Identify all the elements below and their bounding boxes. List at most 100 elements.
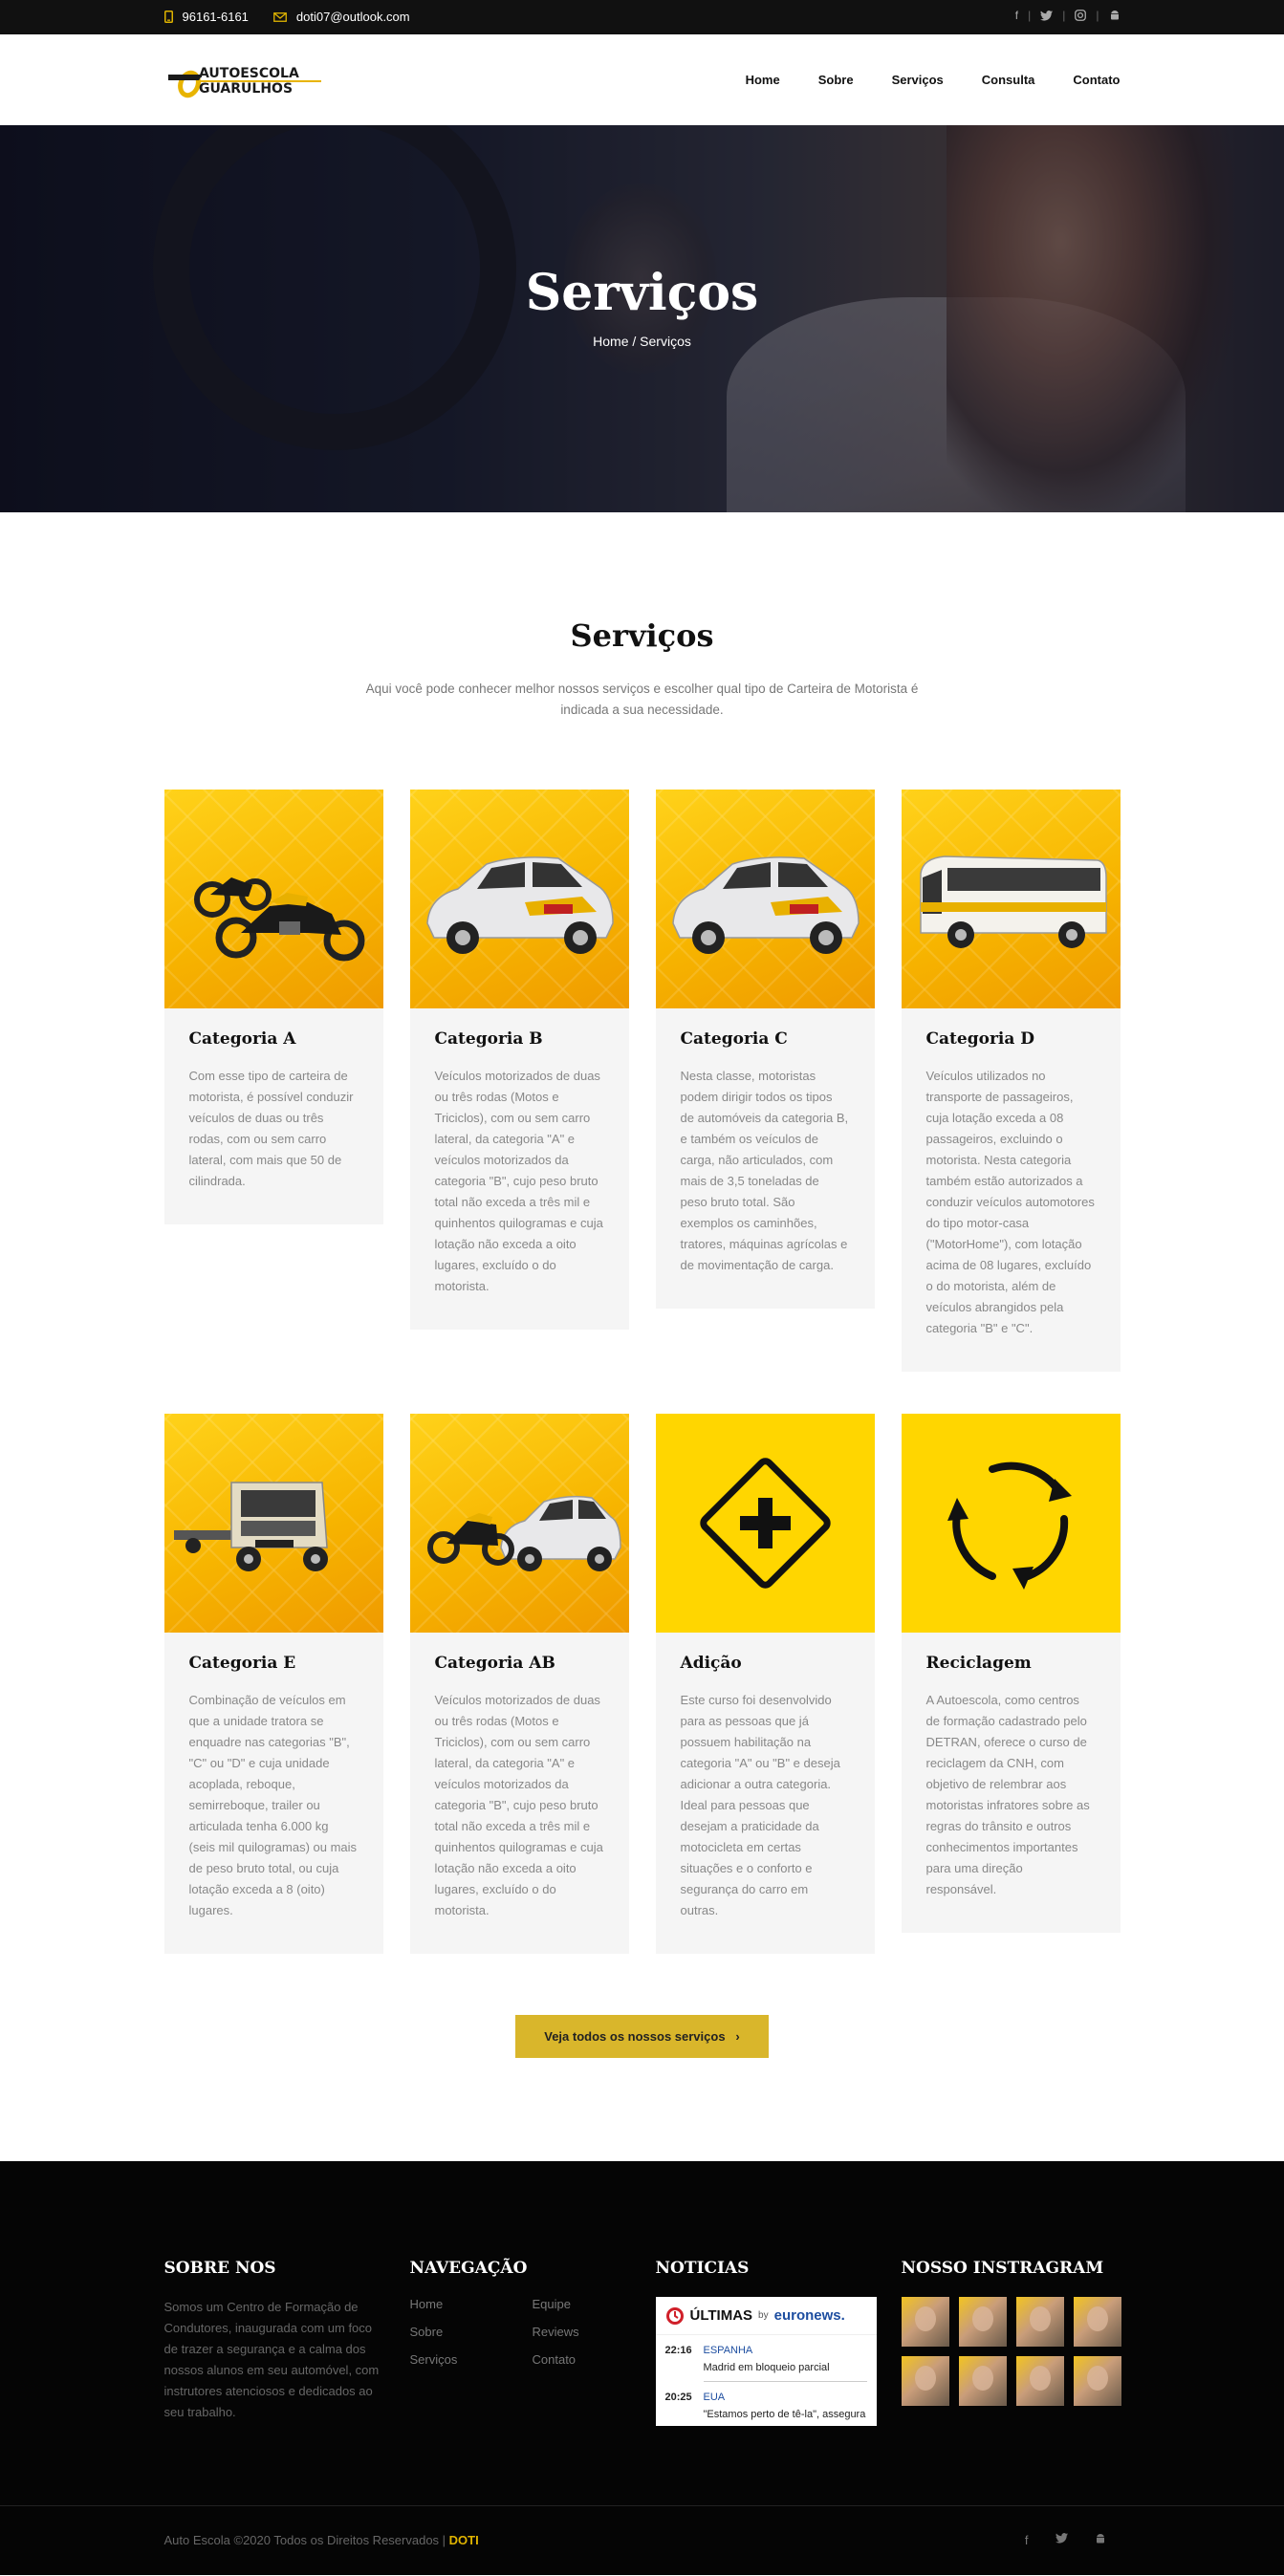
twitter-icon[interactable] [1040,10,1054,21]
service-card-adicao[interactable]: Adição Este curso foi desenvolvido para … [655,1414,875,1954]
cta-label: Veja todos os nossos serviços [544,2029,726,2044]
card-title: Reciclagem [925,1654,1032,1673]
breadcrumb-home[interactable]: Home [593,334,628,349]
instagram-photo[interactable] [901,2297,949,2347]
instagram-photo[interactable] [1015,2297,1064,2347]
service-card-reciclagem[interactable]: Reciclagem A Autoescola, como centros de… [901,1414,1121,1933]
news-widget[interactable]: ÚLTIMAS by euronews. 22:16 ESPANHA Madri… [655,2297,877,2426]
footer-bottom-bar: Auto Escola ©2020 Todos os Direitos Rese… [0,2505,1284,2575]
service-card-categoria-c[interactable]: Categoria C Nesta classe, motoristas pod… [655,790,875,1309]
news-item[interactable]: 22:16 ESPANHA Madrid em bloqueio parcial [656,2335,877,2373]
chevron-right-icon: › [729,2029,740,2044]
footer-insta-title: NOSSO INSTRAGRAM [901,2259,1104,2278]
card-title: Categoria AB [434,1654,555,1673]
site-footer: SOBRE NOS Somos um Centro de Formação de… [0,2161,1284,2505]
main-nav: Home Sobre Serviços Consulta Contato [746,73,1121,87]
card-text: A Autoescola, como centros de formação c… [925,1693,1090,1896]
footer-link-reviews[interactable]: Reviews [533,2325,628,2339]
footer-link-equipe[interactable]: Equipe [533,2297,628,2311]
instagram-photo[interactable] [958,2297,1007,2347]
services-section: Serviços Aqui você pode conhecer melhor … [0,512,1284,2058]
nav-contato[interactable]: Contato [1073,73,1120,87]
news-time: 22:16 [664,2345,692,2356]
services-grid: Categoria A Com esse tipo de carteira de… [163,790,1121,1954]
card-text: Com esse tipo de carteira de motorista, … [188,1069,354,1188]
instagram-photo[interactable] [901,2356,949,2406]
service-card-categoria-b[interactable]: Categoria B Veículos motorizados de duas… [409,790,629,1330]
separator: | [1028,9,1032,22]
breadcrumb-current: Serviços [640,334,691,349]
email-contact[interactable]: doti07@outlook.com [273,10,410,24]
card-title: Categoria D [925,1029,1035,1049]
card-text: Combinação de veículos em que a unidade … [188,1693,358,1917]
motorcycle-car-image [409,1414,629,1633]
service-card-categoria-a[interactable]: Categoria A Com esse tipo de carteira de… [163,790,383,1224]
footer-link-contato[interactable]: Contato [533,2352,628,2367]
card-text: Nesta classe, motoristas podem dirigir t… [680,1069,849,1272]
breadcrumb: Home / Serviços [0,334,1284,349]
footer-link-servicos[interactable]: Serviços [410,2352,533,2367]
car-image [409,790,629,1008]
facebook-icon[interactable]: f [1025,2533,1029,2547]
clock-icon [665,2306,684,2325]
instagram-photo[interactable] [1073,2356,1121,2406]
nav-consulta[interactable]: Consulta [982,73,1035,87]
copyright-brand-link[interactable]: DOTI [449,2533,479,2547]
news-brand: euronews. [773,2307,845,2324]
service-card-categoria-ab[interactable]: Categoria AB Veículos motorizados de dua… [409,1414,629,1954]
nav-servicos[interactable]: Serviços [892,73,944,87]
service-card-categoria-d[interactable]: Categoria D Veículos utilizados no trans… [901,790,1121,1372]
top-bar: 96161-6161 doti07@outlook.com f | | | [0,0,1284,34]
footer-link-home[interactable]: Home [410,2297,533,2311]
footer-navigation: NAVEGAÇÃO Home Equipe Sobre Reviews Serv… [410,2259,629,2426]
footer-news-title: NOTICIAS [655,2259,750,2278]
separator: | [1096,9,1099,22]
email-address: doti07@outlook.com [295,10,410,24]
envelope-icon [273,11,287,22]
nav-sobre[interactable]: Sobre [818,73,854,87]
page-title: Serviços [525,264,759,322]
phone-number: 96161-6161 [182,10,249,24]
breadcrumb-separator: / [632,334,637,349]
instagram-photo[interactable] [1015,2356,1064,2406]
android-icon[interactable] [1095,2533,1106,2544]
autoescola-logo[interactable]: AUTOESCOLA GUARULHOS [164,61,327,99]
footer-link-sobre[interactable]: Sobre [410,2325,533,2339]
nav-home[interactable]: Home [746,73,780,87]
card-text: Veículos utilizados no transporte de pas… [925,1069,1095,1335]
footer-about-title: SOBRE NOS [163,2259,276,2278]
news-headline: "Estamos perto de tê-la", assegura [703,2409,866,2420]
card-text: Veículos motorizados de duas ou três rod… [434,1069,603,1293]
news-by: by [758,2310,769,2321]
card-title: Categoria A [188,1029,296,1049]
phone-contact[interactable]: 96161-6161 [163,10,249,24]
service-card-categoria-e[interactable]: Categoria E Combinação de veículos em qu… [163,1414,383,1954]
recycle-icon [901,1414,1121,1633]
phone-icon [163,11,173,23]
footer-news: NOTICIAS ÚLTIMAS by euronews. 22:16 ESPA… [655,2259,877,2426]
news-headline: Madrid em bloqueio parcial [703,2362,830,2373]
facebook-icon[interactable]: f [1015,9,1018,22]
card-title: Categoria C [680,1029,788,1049]
card-text: Este curso foi desenvolvido para as pess… [680,1693,840,1917]
car-image [655,790,875,1008]
logo-text-bottom: GUARULHOS [199,81,293,97]
instagram-photo[interactable] [958,2356,1007,2406]
bus-image [901,790,1121,1008]
news-header-label: ÚLTIMAS [689,2307,753,2324]
card-title: Categoria E [188,1654,296,1673]
news-time: 20:25 [664,2392,692,2403]
view-all-services-button[interactable]: Veja todos os nossos serviços › [515,2015,769,2058]
android-icon[interactable] [1109,10,1121,21]
footer-instagram: NOSSO INSTRAGRAM [901,2259,1121,2426]
footer-nav-title: NAVEGAÇÃO [409,2259,528,2278]
instagram-photo[interactable] [1073,2297,1121,2347]
plus-sign-icon [655,1414,875,1633]
news-country: ESPANHA [703,2345,753,2356]
instagram-icon[interactable] [1075,10,1087,21]
logo-text-top: AUTOESCOLA [199,66,299,81]
twitter-icon[interactable] [1055,2533,1068,2544]
news-item[interactable]: 20:25 EUA "Estamos perto de tê-la", asse… [656,2382,877,2420]
motorcycle-image [163,790,383,1008]
card-title: Categoria B [434,1029,543,1049]
